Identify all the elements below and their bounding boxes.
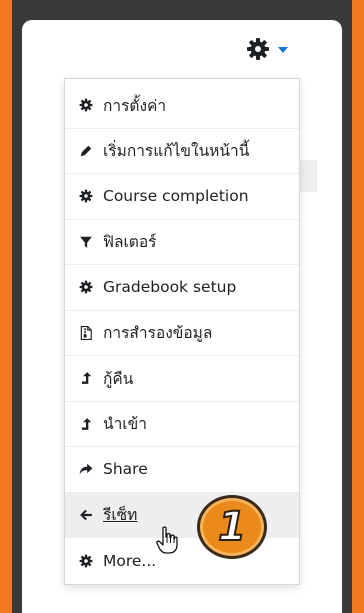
file-archive-icon [79,325,93,340]
menu-item-label: กู้คืน [103,369,134,388]
level-up-icon [79,371,93,385]
menu-item-more[interactable]: More... [65,538,299,584]
menu-item-course-completion[interactable]: Course completion [65,174,299,220]
menu-item-label: เริ่มการแก้ไขในหน้านี้ [103,142,250,161]
gear-icon [79,98,93,112]
menu-item-label: Gradebook setup [103,278,237,297]
background-strip [299,160,317,192]
level-up-icon [79,417,93,431]
gear-icon [79,280,93,294]
gear-icon [79,554,93,568]
chevron-down-icon [278,47,288,53]
hand-pointer-cursor-icon [156,526,178,558]
menu-item-label: Share [103,460,148,479]
menu-item-label: รีเซ็ท [103,506,138,525]
menu-item-label: การตั้งค่า [103,96,167,115]
step-number-badge: 1 [197,495,267,559]
share-icon [79,462,93,476]
menu-item-gradebook-setup[interactable]: Gradebook setup [65,265,299,311]
menu-item-import[interactable]: นำเข้า [65,402,299,447]
menu-item-turn-editing-on[interactable]: เริ่มการแก้ไขในหน้านี้ [65,129,299,174]
menu-item-filters[interactable]: ฟิลเตอร์ [65,220,299,265]
menu-item-restore[interactable]: กู้คืน [65,356,299,402]
menu-item-label: การสำรองข้อมูล [103,324,213,343]
pencil-icon [79,144,93,158]
menu-item-label: More... [103,551,157,570]
actions-dropdown-menu: การตั้งค่า เริ่มการแก้ไขในหน้านี้ Course… [64,78,300,585]
gear-icon [247,38,269,60]
actions-menu-toggle[interactable] [246,36,288,62]
filter-icon [79,235,93,249]
menu-item-label: Course completion [103,187,249,206]
menu-item-label: นำเข้า [103,415,147,434]
menu-item-label: ฟิลเตอร์ [103,233,157,252]
gear-icon [79,189,93,203]
menu-item-share[interactable]: Share [65,447,299,493]
arrow-left-icon [79,508,93,522]
menu-item-settings[interactable]: การตั้งค่า [65,83,299,129]
menu-item-backup[interactable]: การสำรองข้อมูล [65,311,299,356]
